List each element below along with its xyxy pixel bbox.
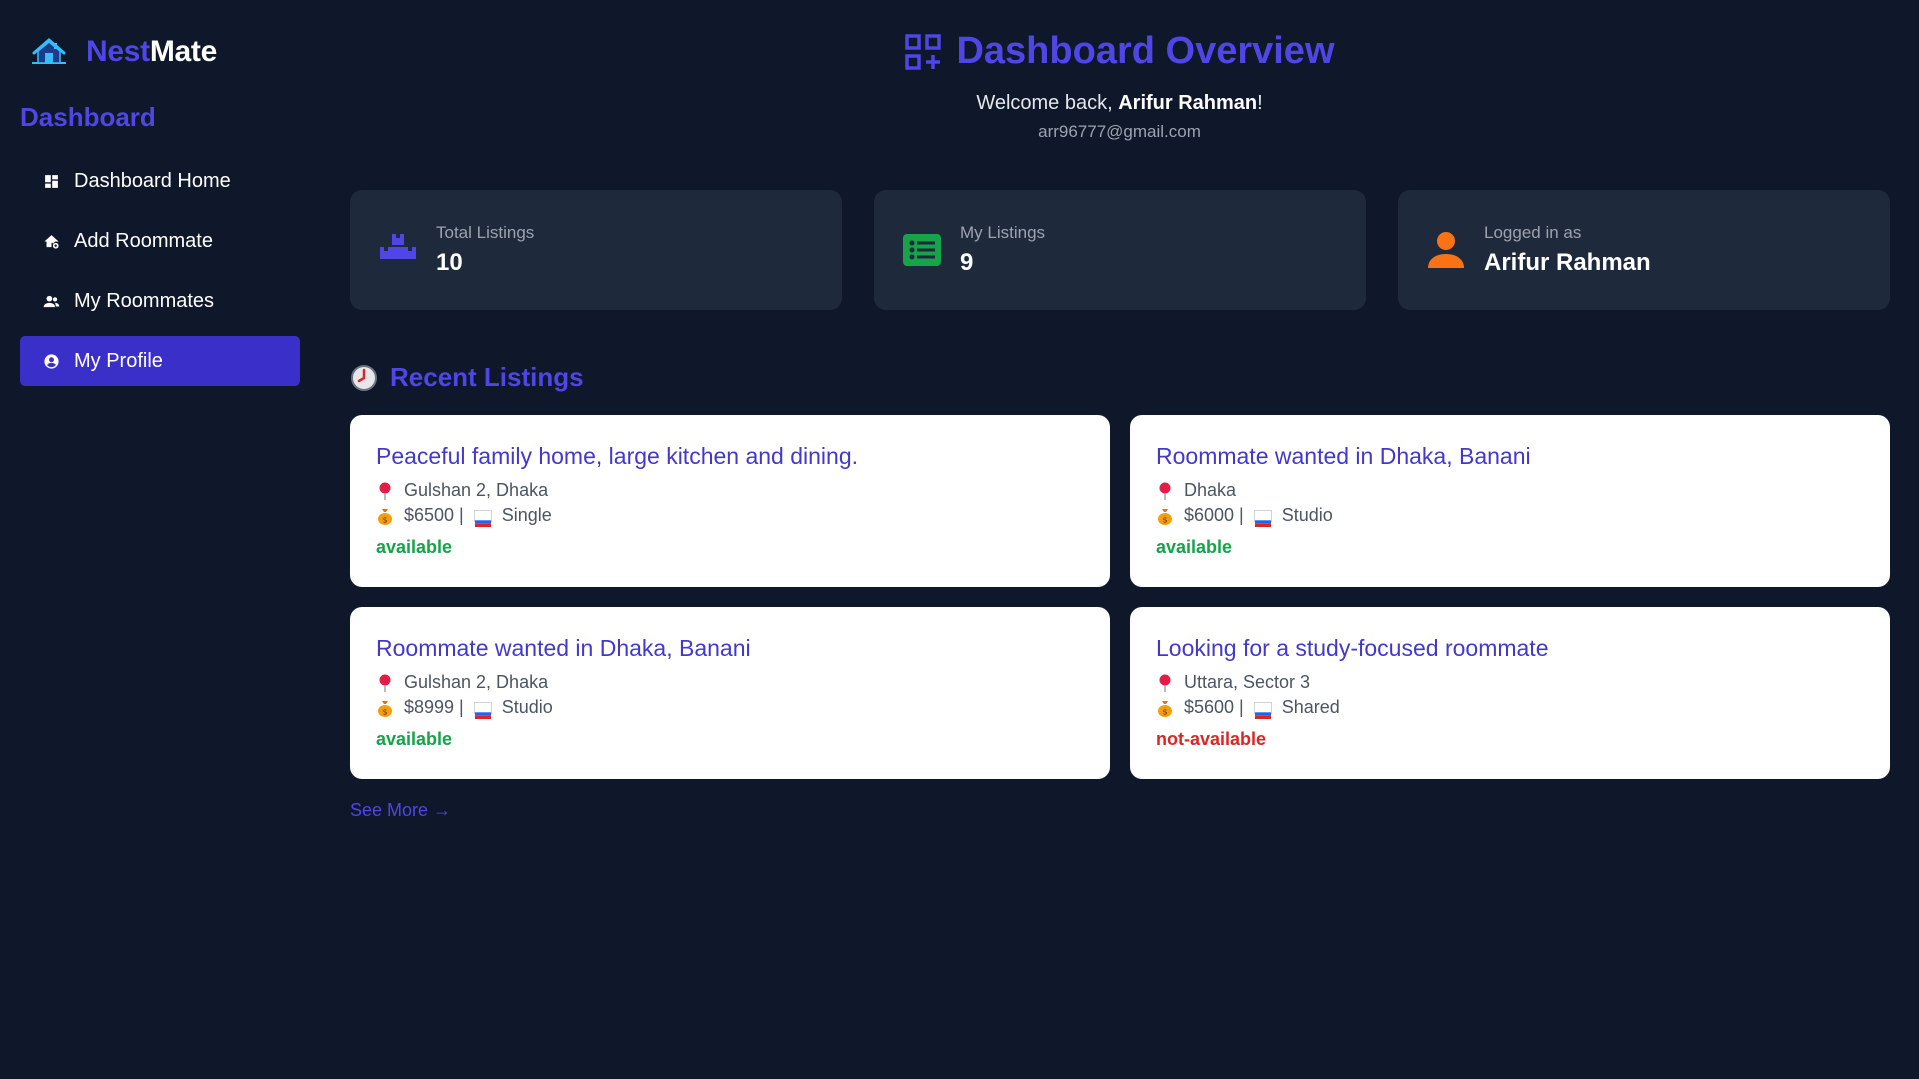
house-icon [32,38,66,64]
sidebar-item-my-profile[interactable]: My Profile [20,336,300,386]
welcome-message: Welcome back, Arifur Rahman! [320,92,1919,115]
sidebar-item-my-roommates[interactable]: My Roommates [20,276,300,326]
listing-price-type: $ $5600 | Shared [1156,695,1864,720]
listing-location-text: Uttara, Sector 3 [1184,672,1311,692]
sidebar-heading: Dashboard [20,102,156,132]
grid-icon [42,172,60,190]
listing-card[interactable]: Roommate wanted in Dhaka, Banani Gulshan… [350,607,1110,779]
listing-location: Uttara, Sector 3 [1156,670,1864,695]
people-icon [42,292,60,310]
listing-price-type: $ $6000 | Studio [1156,503,1864,528]
listing-price-type: $ $8999 | Studio [376,695,1084,720]
status-badge: available [1156,537,1233,557]
listing-title[interactable]: Peaceful family home, large kitchen and … [376,443,1084,470]
pin-icon [1156,674,1174,692]
main-content: Dashboard Overview Welcome back, Arifur … [320,0,1919,1079]
stat-card-logged-in: Logged in as Arifur Rahman [1398,190,1890,310]
welcome-suffix: ! [1257,91,1263,114]
listing-location: Gulshan 2, Dhaka [376,670,1084,695]
clock-icon [351,364,377,391]
stat-value: 9 [960,249,974,276]
listing-price: $8999 | [404,697,464,717]
pin-icon [376,674,394,692]
listing-location: Dhaka [1156,478,1864,503]
user-icon [1426,230,1466,270]
listing-card[interactable]: Roommate wanted in Dhaka, Banani Dhaka $… [1130,415,1890,587]
bed-icon [473,509,492,527]
money-bag-icon: $ [376,507,394,525]
svg-text:$: $ [382,515,387,524]
listing-room-type: Studio [1281,505,1333,525]
svg-text:$: $ [382,707,387,716]
listing-price: $6000 | [1184,505,1244,525]
see-more-link[interactable]: See More → [350,800,451,821]
boxes-icon [378,230,418,270]
stat-value: 10 [436,249,463,276]
money-bag-icon: $ [1156,507,1174,525]
listing-card[interactable]: Peaceful family home, large kitchen and … [350,415,1110,587]
recent-listings-title: Recent Listings [390,362,584,392]
stat-label: My Listings [960,223,1046,242]
listing-title[interactable]: Looking for a study-focused roommate [1156,635,1864,662]
status-badge: available [376,537,453,557]
stat-card-total-listings: Total Listings 10 [350,190,842,310]
page-title-text: Dashboard Overview [956,30,1335,72]
user-email: arr96777@gmail.com [1038,121,1201,141]
listing-title[interactable]: Roommate wanted in Dhaka, Banani [376,635,1084,662]
stat-label: Total Listings [436,223,535,242]
listing-location: Gulshan 2, Dhaka [376,478,1084,503]
bed-icon [473,701,492,719]
recent-listings-heading: Recent Listings [350,362,584,393]
sidebar-item-add-roommate[interactable]: Add Roommate [20,216,300,266]
money-bag-icon: $ [376,699,394,717]
bed-icon [1253,509,1272,527]
welcome-prefix: Welcome back, [976,91,1119,114]
brand-name-part2: Mate [149,35,217,68]
listing-price: $6500 | [404,505,464,525]
money-bag-icon: $ [1156,699,1174,717]
welcome-user-name: Arifur Rahman [1118,91,1258,114]
sidebar-item-dashboard-home[interactable]: Dashboard Home [20,156,300,206]
listing-card[interactable]: Looking for a study-focused roommate Utt… [1130,607,1890,779]
svg-text:$: $ [1162,707,1167,716]
listing-room-type: Shared [1281,697,1340,717]
listing-room-type: Studio [501,697,553,717]
sidebar-item-label: Dashboard Home [74,169,231,192]
sidebar-item-label: My Roommates [74,289,215,312]
listing-room-type: Single [501,505,552,525]
pin-icon [376,482,394,500]
listing-title[interactable]: Roommate wanted in Dhaka, Banani [1156,443,1864,470]
sidebar-item-label: Add Roommate [74,229,213,252]
stat-label: Logged in as [1484,223,1582,242]
stat-card-my-listings: My Listings 9 [874,190,1366,310]
stat-value: Arifur Rahman [1484,249,1651,276]
sidebar-item-label: My Profile [74,349,163,372]
sidebar: NestMate Dashboard Dashboard Home Add Ro… [0,0,320,1079]
listing-location-text: Gulshan 2, Dhaka [404,672,549,692]
stats-row: Total Listings 10 My Listings 9 Logged i… [350,190,1890,310]
pin-icon [1156,482,1174,500]
listing-price: $5600 | [1184,697,1244,717]
status-badge: available [376,729,453,749]
add-home-icon [42,232,60,250]
user-circle-icon [42,352,60,370]
status-badge: not-available [1156,729,1267,749]
bed-icon [1253,701,1272,719]
svg-text:$: $ [1162,515,1167,524]
listing-location-text: Gulshan 2, Dhaka [404,480,549,500]
brand-logo[interactable]: NestMate [30,32,217,72]
listing-price-type: $ $6500 | Single [376,503,1084,528]
sidebar-nav: Dashboard Home Add Roommate My Roommates… [20,156,300,396]
page-title: Dashboard Overview [904,30,1335,73]
brand-name-part1: Nest [86,35,150,68]
dashboard-grid-icon [905,33,942,70]
page-header: Dashboard Overview Welcome back, Arifur … [320,30,1919,142]
listing-location-text: Dhaka [1184,480,1237,500]
list-icon [902,230,942,270]
